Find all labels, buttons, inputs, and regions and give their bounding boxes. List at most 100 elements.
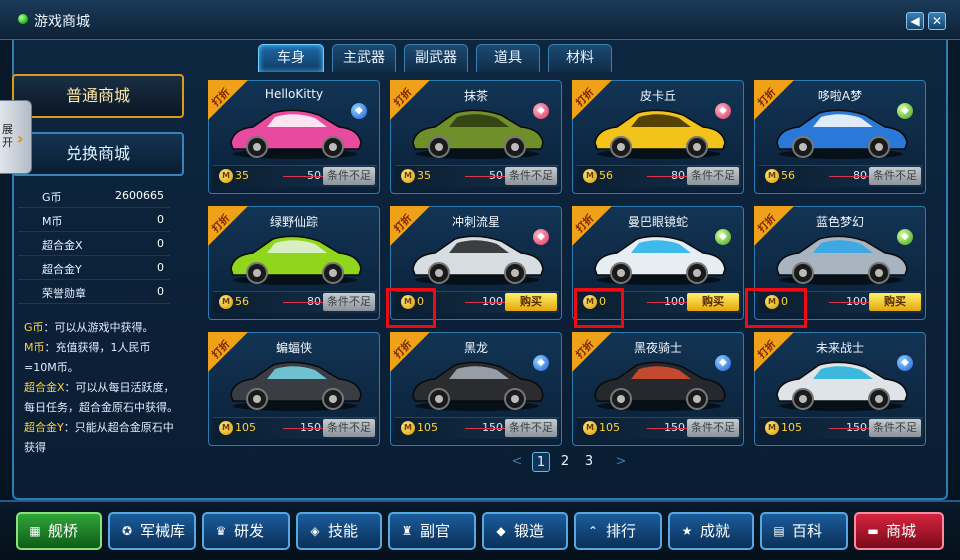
tab-body[interactable]: 车身 [258,44,324,72]
original-price: 100 [647,295,689,308]
stat-row: 荣誉勋章 0 [18,280,170,304]
unavailable-button: 条件不足 [505,419,557,437]
currency-info: G币：可以从游戏中获得。 M币：充值获得，1人民币=10M币。 超合金X：可以从… [24,318,182,458]
stat-value: 0 [157,285,164,298]
car-image [412,109,544,159]
car-image [412,361,544,411]
nav-button-10[interactable]: ▬ 商城 [854,512,944,550]
prev-page-button[interactable]: < [508,452,526,472]
car-image [230,361,362,411]
stat-row: G币 2600665 [18,184,170,208]
page-button[interactable]: 1 [532,452,550,472]
tab-sub-weapon[interactable]: 副武器 [404,44,468,72]
product-card[interactable]: 打折 黑龙 ◆ M 105 150 条件不足 [390,332,562,446]
nav-label: 百科 [792,522,823,540]
stat-value: 0 [157,213,164,226]
stat-label: M币 [42,215,63,228]
highlight-box [574,288,624,328]
product-card[interactable]: 打折 未来战士 ◆ M 105 150 条件不足 [754,332,926,446]
achievement-icon: ★ [681,524,693,538]
price-bar: M 56 80 条件不足 [577,165,741,187]
nav-button-3[interactable]: ♛ 研发 [202,512,290,550]
m-coin-icon: M [583,421,597,435]
info-line: M币：充值获得，1人民币=10M币。 [24,341,151,374]
title-bar: 游戏商城 ◀ ✕ [0,0,960,40]
original-price: 80 [283,295,325,308]
sale-price: 56 [781,169,795,182]
tab-items[interactable]: 道具 [476,44,540,72]
unavailable-button: 条件不足 [687,167,739,185]
car-image [594,235,726,285]
stat-value: 0 [157,237,164,250]
expand-label: 展开 [2,123,13,149]
category-tabs: 车身 主武器 副武器 道具 材料 [258,44,612,72]
nav-button-1[interactable]: ▦ 舰桥 [16,512,102,550]
nav-button-6[interactable]: ◆ 锻造 [482,512,568,550]
m-coin-icon: M [401,421,415,435]
stat-label: 超合金Y [42,263,82,276]
original-price: 150 [465,421,507,434]
tab-materials[interactable]: 材料 [548,44,612,72]
close-icon[interactable]: ✕ [928,12,946,30]
product-card[interactable]: 打折 蝙蝠侠 M 105 150 条件不足 [208,332,380,446]
research-icon: ♛ [215,524,227,538]
original-price: 100 [465,295,507,308]
nav-button-8[interactable]: ★ 成就 [668,512,754,550]
flag-icon: ▦ [29,524,41,538]
unavailable-button: 条件不足 [687,419,739,437]
page-button[interactable]: 2 [556,452,574,472]
exchange-shop-button[interactable]: 兑换商城 [12,132,184,176]
original-price: 150 [829,421,871,434]
bottom-nav: ▦ 舰桥 ✪ 军械库 ♛ 研发 ◈ 技能 ♜ 副官 ◆ 锻造 ⌃ 排行 ★ 成就 ▤ 百科 ▬ 商城 [0,500,960,560]
speaker-icon[interactable]: ◀ [906,12,924,30]
normal-shop-button[interactable]: 普通商城 [12,74,184,118]
original-price: 80 [829,169,871,182]
product-card[interactable]: 打折 哆啦A梦 ◆ M 56 80 条件不足 [754,80,926,194]
price-bar: M 35 50 条件不足 [213,165,377,187]
m-coin-icon: M [219,421,233,435]
stat-row: 超合金X 0 [18,232,170,256]
skill-icon: ◈ [310,524,320,538]
rank-icon: ⌃ [587,524,599,538]
nav-button-5[interactable]: ♜ 副官 [388,512,476,550]
sale-price: 105 [417,421,438,434]
unavailable-button: 条件不足 [323,293,375,311]
next-page-button[interactable]: > [612,452,630,472]
sale-price: 105 [235,421,256,434]
nav-button-9[interactable]: ▤ 百科 [760,512,848,550]
nav-button-7[interactable]: ⌃ 排行 [574,512,662,550]
nav-label: 商城 [886,522,917,540]
page-button[interactable]: 3 [580,452,598,472]
product-card[interactable]: 打折 HelloKitty ◆ M 35 50 条件不足 [208,80,380,194]
product-card[interactable]: 打折 抹茶 ◆ M 35 50 条件不足 [390,80,562,194]
nav-button-4[interactable]: ◈ 技能 [296,512,382,550]
original-price: 50 [465,169,507,182]
m-coin-icon: M [401,169,415,183]
stat-label: 超合金X [42,239,83,252]
m-coin-icon: M [765,169,779,183]
nav-label: 军械库 [140,522,186,540]
shop-icon: ▬ [867,524,879,538]
expand-panel-button[interactable]: 展开 › [0,100,32,174]
product-card[interactable]: 打折 绿野仙踪 M 56 80 条件不足 [208,206,380,320]
encyclopedia-icon: ▤ [773,524,785,538]
product-card[interactable]: 打折 皮卡丘 ◆ M 56 80 条件不足 [572,80,744,194]
buy-button[interactable]: 购买 [869,293,921,311]
gear-icon: ✪ [121,524,133,538]
window-title: 游戏商城 [34,14,90,30]
m-coin-icon: M [219,169,233,183]
unavailable-button: 条件不足 [869,419,921,437]
original-price: 150 [283,421,325,434]
highlight-box [386,288,436,328]
nav-button-2[interactable]: ✪ 军械库 [108,512,196,550]
tab-main-weapon[interactable]: 主武器 [332,44,396,72]
buy-button[interactable]: 购买 [687,293,739,311]
product-card[interactable]: 打折 黑夜骑士 ◆ M 105 150 条件不足 [572,332,744,446]
price-bar: M 105 150 条件不足 [395,417,559,439]
unavailable-button: 条件不足 [323,167,375,185]
highlight-box [745,288,807,328]
price-bar: M 105 150 条件不足 [759,417,923,439]
unavailable-button: 条件不足 [869,167,921,185]
car-image [594,361,726,411]
buy-button[interactable]: 购买 [505,293,557,311]
